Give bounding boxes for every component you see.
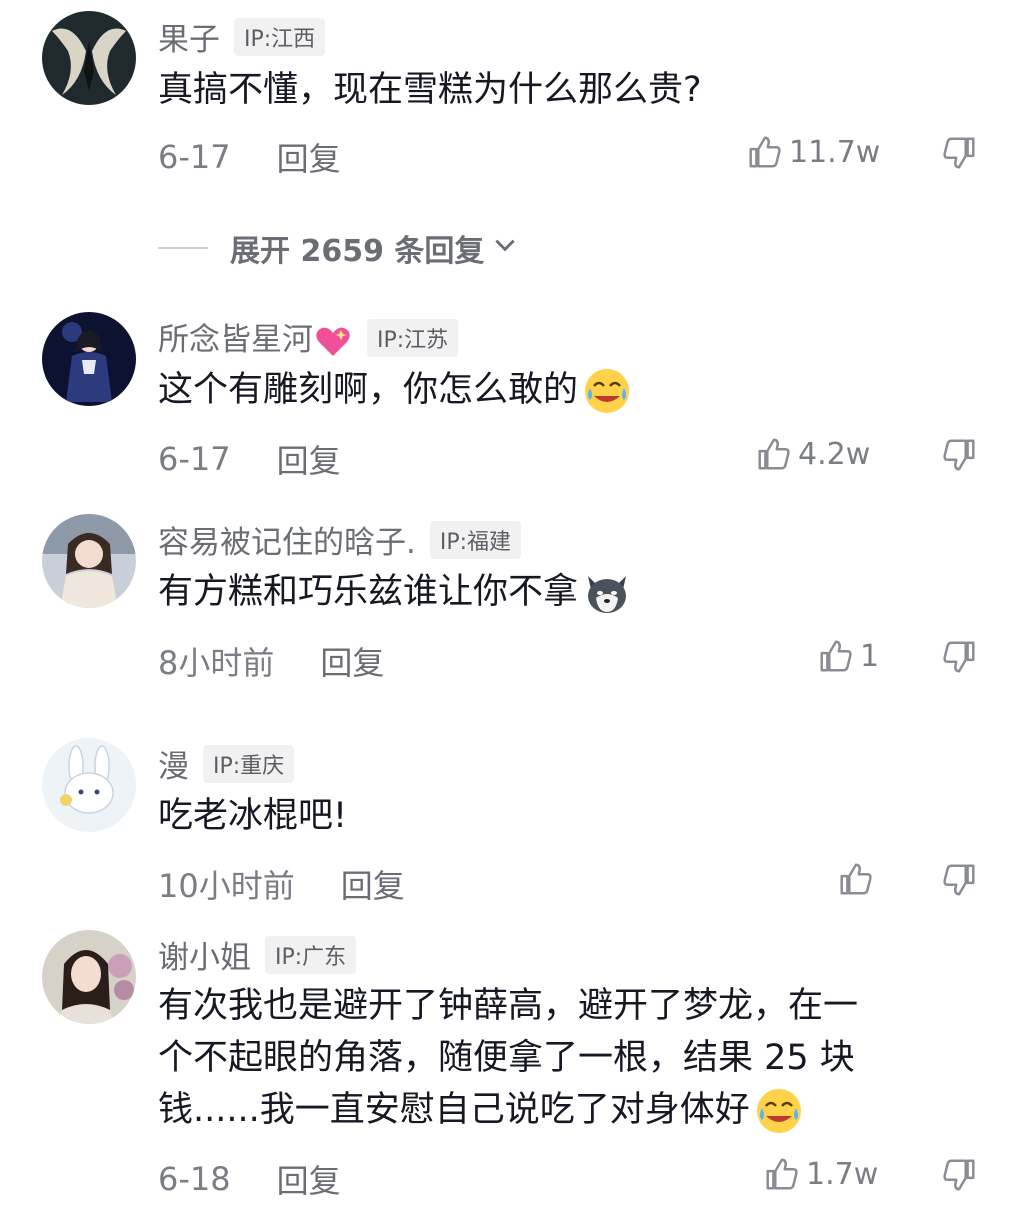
like-button[interactable]: 11.7w (745, 133, 880, 171)
ip-location-tag: IP:福建 (429, 520, 522, 559)
ip-location-tag: IP:重庆 (203, 744, 295, 783)
like-button[interactable] (836, 860, 874, 898)
comment-text-line: 个不起眼的角落，随便拿了一根，结果 25 块 (158, 1038, 855, 1078)
thumbs-down-icon (941, 436, 979, 474)
thumbs-down-icon (941, 861, 979, 899)
avatar[interactable] (42, 11, 136, 105)
reply-button[interactable]: 回复 (341, 861, 405, 907)
comment-text-content: 这个有雕刻啊，你怎么敢的 (158, 370, 579, 410)
husky-dog-emoji-icon (582, 568, 632, 618)
like-count: 1.7w (806, 1156, 879, 1192)
reply-button[interactable]: 回复 (320, 638, 384, 684)
chevron-down-icon (492, 231, 518, 266)
dislike-button[interactable] (941, 1156, 979, 1194)
thumbs-down-icon (941, 638, 979, 676)
reply-button[interactable]: 回复 (277, 134, 341, 180)
comment-text-content: 真搞不懂，现在雪糕为什么那么贵? (158, 70, 702, 110)
reply-button[interactable]: 回复 (277, 1156, 341, 1202)
like-count: 11.7w (789, 134, 881, 170)
comment-text: 有方糕和巧乐兹谁让你不拿 (158, 566, 632, 618)
comment-text: 有次我也是避开了钟薛高，避开了梦龙，在一 个不起眼的角落，随便拿了一根，结果 2… (158, 980, 858, 1136)
thumbs-up-icon (836, 860, 874, 898)
avatar[interactable] (42, 514, 136, 608)
thumbs-up-icon (745, 133, 783, 171)
thumbs-up-icon (816, 637, 854, 675)
comment-text-line: 钱......我一直安慰自己说吃了对身体好 (158, 1084, 858, 1136)
username[interactable]: 漫 (158, 741, 189, 786)
expand-replies-button[interactable]: 展开 2659 条回复 (158, 226, 518, 270)
comment-text-line: 有次我也是避开了钟薛高，避开了梦龙，在一 (158, 986, 859, 1026)
username[interactable]: 谢小姐 (158, 932, 251, 977)
comment-text-content: 有方糕和巧乐兹谁让你不拿 (158, 572, 579, 612)
ip-location-tag: IP:江苏 (367, 318, 459, 357)
ip-location-tag: IP:江西 (234, 17, 326, 56)
comment-date: 6-17 (158, 440, 231, 478)
comment-date: 6-18 (158, 1160, 231, 1198)
avatar[interactable] (42, 738, 136, 832)
dislike-button[interactable] (941, 436, 979, 474)
like-count: 1 (860, 638, 880, 674)
username[interactable]: 果子 (158, 14, 220, 59)
like-count: 4.2w (798, 436, 871, 472)
comment-text: 真搞不懂，现在雪糕为什么那么贵? (158, 64, 702, 116)
thumbs-up-icon (762, 1155, 800, 1193)
ip-location-tag: IP:广东 (265, 935, 357, 974)
avatar[interactable] (42, 312, 136, 406)
like-button[interactable]: 1 (816, 637, 879, 675)
like-button[interactable]: 4.2w (754, 435, 870, 473)
comment-date: 10小时前 (158, 867, 295, 905)
laugh-cry-emoji-icon (582, 366, 632, 416)
dislike-button[interactable] (941, 134, 979, 172)
divider-line (158, 247, 208, 249)
username[interactable]: 容易被记住的晗子. (158, 517, 416, 562)
username[interactable]: 所念皆星河 (158, 314, 353, 362)
username-text: 所念皆星河 (158, 322, 313, 358)
comment-text: 这个有雕刻啊，你怎么敢的 (158, 364, 632, 416)
expand-replies-label: 展开 2659 条回复 (230, 234, 485, 269)
comment-text-content: 吃老冰棍吧! (158, 796, 348, 836)
comment-text: 吃老冰棍吧! (158, 790, 347, 842)
like-button[interactable]: 1.7w (762, 1155, 878, 1193)
thumbs-down-icon (941, 134, 979, 172)
comment-text-content: 钱......我一直安慰自己说吃了对身体好 (158, 1090, 750, 1130)
dislike-button[interactable] (941, 861, 979, 899)
avatar[interactable] (42, 930, 136, 1024)
comment-date: 8小时前 (158, 644, 275, 682)
reply-button[interactable]: 回复 (277, 436, 341, 482)
sparkling-heart-icon (313, 322, 353, 362)
thumbs-down-icon (941, 1156, 979, 1194)
comment-date: 6-17 (158, 138, 231, 176)
dislike-button[interactable] (941, 638, 979, 676)
thumbs-up-icon (754, 435, 792, 473)
laugh-cry-emoji-icon (754, 1086, 804, 1136)
